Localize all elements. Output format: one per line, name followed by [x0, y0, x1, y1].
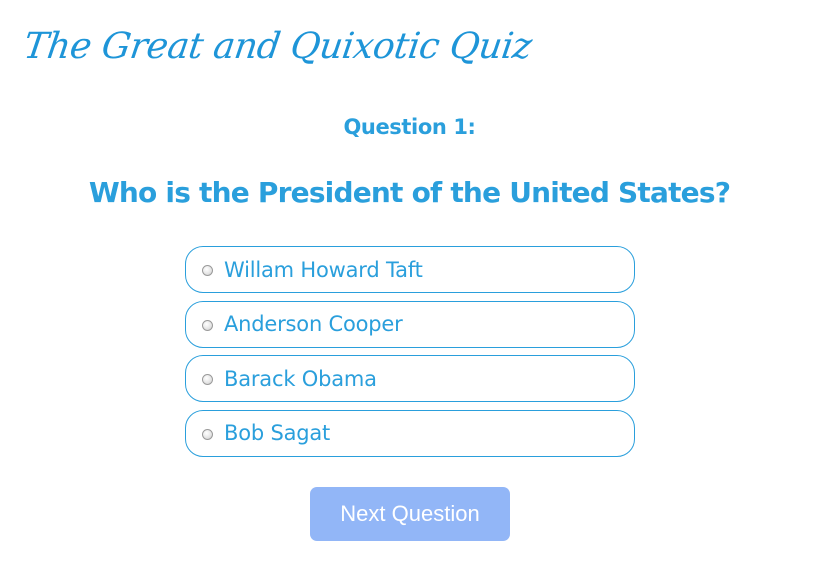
answer-option-label: Bob Sagat: [224, 421, 331, 445]
answer-option-4[interactable]: Bob Sagat: [185, 409, 635, 457]
radio-button-icon[interactable]: [202, 428, 213, 440]
answer-options: Willam Howard Taft Anderson Cooper Barac…: [185, 246, 635, 464]
radio-button-icon[interactable]: [202, 374, 213, 385]
answer-option-label: Willam Howard Taft: [224, 257, 423, 282]
answer-option-1[interactable]: Willam Howard Taft: [185, 246, 635, 293]
next-question-button[interactable]: Next Question: [310, 487, 510, 541]
radio-button-icon[interactable]: [202, 319, 213, 331]
answer-option-label: Anderson Cooper: [224, 312, 403, 336]
radio-button-icon[interactable]: [202, 265, 213, 276]
question-text: Who is the President of the United State…: [88, 176, 731, 209]
question-number: Question 1:: [343, 115, 476, 139]
app-title: The Great and Quixotic Quiz: [21, 26, 535, 67]
answer-option-3[interactable]: Barack Obama: [185, 355, 635, 402]
answer-option-2[interactable]: Anderson Cooper: [185, 300, 635, 348]
answer-option-label: Barack Obama: [224, 366, 377, 391]
